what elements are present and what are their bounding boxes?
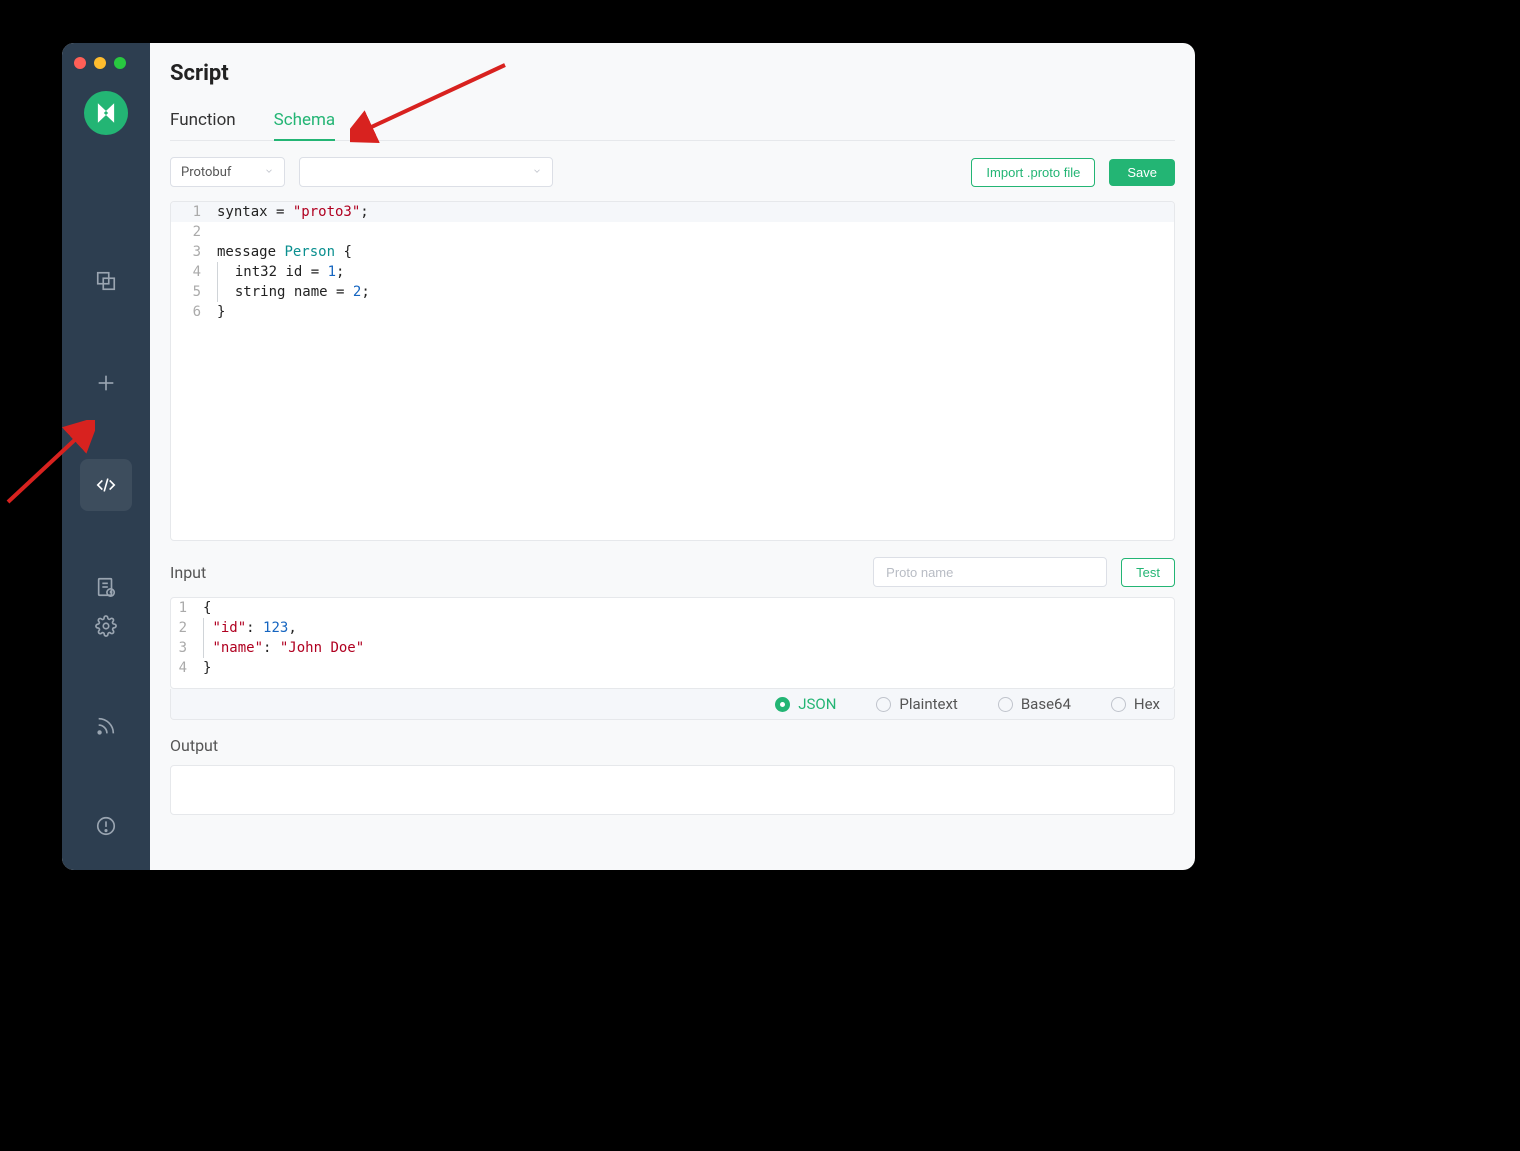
chevron-down-icon <box>264 165 274 180</box>
format-select-value: Protobuf <box>181 165 231 180</box>
schema-code-editor[interactable]: 1syntax = "proto3";23message Person {4 i… <box>170 201 1175 541</box>
test-button[interactable]: Test <box>1121 558 1175 587</box>
radio-icon <box>775 697 790 712</box>
line-number: 3 <box>171 242 211 262</box>
line-number: 2 <box>171 222 211 242</box>
minimize-window-button[interactable] <box>94 57 106 69</box>
tabs: Function Schema <box>170 110 1175 141</box>
output-code-editor[interactable] <box>170 765 1175 815</box>
tab-function[interactable]: Function <box>170 110 236 140</box>
format-radio-json[interactable]: JSON <box>775 695 836 713</box>
format-radio-hex[interactable]: Hex <box>1111 695 1160 713</box>
maximize-window-button[interactable] <box>114 57 126 69</box>
format-select[interactable]: Protobuf <box>170 157 285 187</box>
format-radio-plaintext[interactable]: Plaintext <box>876 695 957 713</box>
schema-select[interactable] <box>299 157 553 187</box>
format-label: JSON <box>798 695 836 713</box>
line-number: 4 <box>171 262 211 282</box>
chevron-down-icon <box>532 165 542 180</box>
code-line: 6} <box>171 302 1174 322</box>
code-line: 1{ <box>171 598 1174 618</box>
output-section-header: Output <box>170 736 1175 755</box>
nav-item-info[interactable] <box>80 800 132 852</box>
nav-items <box>80 255 132 613</box>
radio-icon <box>1111 697 1126 712</box>
nav-item-feed[interactable] <box>80 700 132 752</box>
code-line: 5 string name = 2; <box>171 282 1174 302</box>
code-line: 2 <box>171 222 1174 242</box>
nav-item-copy[interactable] <box>80 255 132 307</box>
code-line: 3 "name": "John Doe" <box>171 638 1174 658</box>
format-label: Base64 <box>1021 695 1071 713</box>
line-number: 6 <box>171 302 211 322</box>
content-area: Script Function Schema Protobuf Import .… <box>150 43 1195 870</box>
nav-item-script[interactable] <box>80 459 132 511</box>
radio-icon <box>876 697 891 712</box>
nav-bottom <box>80 600 132 852</box>
input-format-row: JSON Plaintext Base64 Hex <box>170 689 1175 720</box>
schema-toolbar: Protobuf Import .proto file Save <box>170 157 1175 187</box>
code-line: 4 int32 id = 1; <box>171 262 1174 282</box>
format-label: Plaintext <box>899 695 957 713</box>
proto-name-input[interactable] <box>873 557 1107 587</box>
line-number: 3 <box>171 638 197 658</box>
line-number: 2 <box>171 618 197 638</box>
tab-schema[interactable]: Schema <box>274 110 336 140</box>
code-line: 3message Person { <box>171 242 1174 262</box>
app-window: Script Function Schema Protobuf Import .… <box>62 43 1195 870</box>
nav-item-settings[interactable] <box>80 600 132 652</box>
page-title: Script <box>170 61 1175 86</box>
sidebar <box>62 43 150 870</box>
input-title: Input <box>170 563 206 582</box>
code-line: 2 "id": 123, <box>171 618 1174 638</box>
format-radio-base64[interactable]: Base64 <box>998 695 1071 713</box>
close-window-button[interactable] <box>74 57 86 69</box>
input-code-editor[interactable]: 1{2 "id": 123,3 "name": "John Doe"4} <box>170 597 1175 689</box>
line-number: 1 <box>171 202 211 222</box>
input-section-header: Input Test <box>170 557 1175 587</box>
code-line: 4} <box>171 658 1174 678</box>
line-number: 4 <box>171 658 197 678</box>
line-number: 5 <box>171 282 211 302</box>
line-number: 1 <box>171 598 197 618</box>
output-title: Output <box>170 736 218 755</box>
import-proto-button[interactable]: Import .proto file <box>971 158 1095 187</box>
nav-item-add[interactable] <box>80 357 132 409</box>
format-label: Hex <box>1134 695 1160 713</box>
radio-icon <box>998 697 1013 712</box>
window-controls <box>74 57 126 69</box>
app-logo <box>84 91 128 135</box>
code-line: 1syntax = "proto3"; <box>171 202 1174 222</box>
save-button[interactable]: Save <box>1109 159 1175 186</box>
